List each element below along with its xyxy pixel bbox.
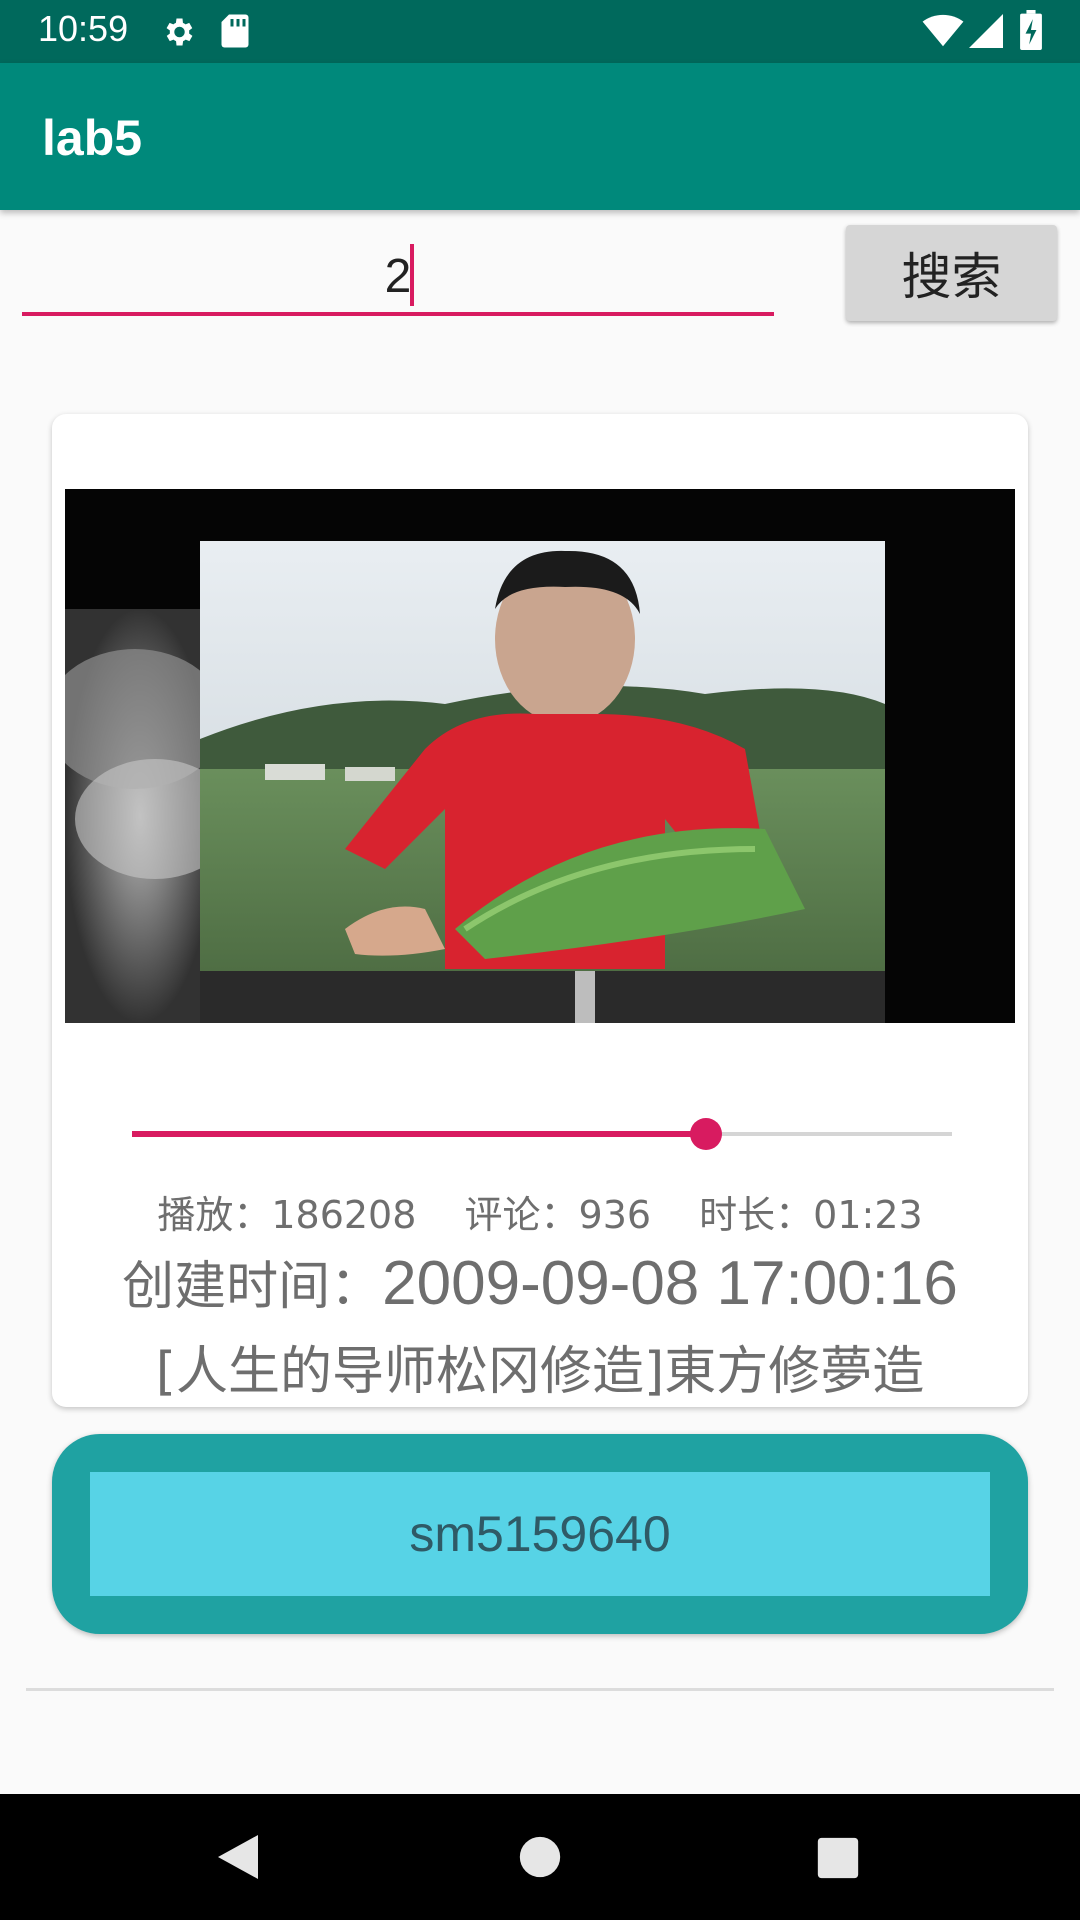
navigation-bar (0, 1794, 1080, 1920)
battery-icon (1020, 10, 1042, 50)
created-value: 2009-09-08 17:00:16 (382, 1249, 958, 1318)
back-icon[interactable] (214, 1830, 262, 1884)
duration-label: 时长： (699, 1193, 814, 1237)
play-count: 186208 (271, 1193, 417, 1237)
duration-stat: 时长：01:23 (699, 1193, 923, 1237)
app-bar: lab5 (0, 63, 1080, 210)
comment-stat: 评论：936 (465, 1193, 652, 1237)
recents-icon[interactable] (816, 1836, 860, 1880)
play-stat: 播放：186208 (157, 1193, 416, 1237)
created-label: 创建时间： (122, 1257, 383, 1317)
video-id-button[interactable]: sm5159640 (90, 1472, 990, 1596)
video-stats: 播放：186208 评论：936 时长：01:23 (52, 1184, 1028, 1239)
sd-card-icon (221, 14, 249, 48)
comment-label: 评论： (464, 1193, 579, 1237)
status-time: 10:59 (38, 8, 129, 49)
gear-icon (166, 18, 193, 46)
video-title: [人生的导师松冈修造]東方修夢造 (155, 1342, 925, 1402)
wifi-icon (922, 14, 964, 47)
duration-value: 01:23 (813, 1193, 923, 1237)
play-label: 播放： (157, 1193, 272, 1237)
comment-count: 936 (578, 1193, 652, 1237)
search-button[interactable]: 搜索 (846, 225, 1057, 321)
seek-progress (132, 1131, 706, 1137)
video-frame-image (65, 489, 1015, 1023)
video-thumbnail[interactable] (65, 489, 1015, 1023)
text-cursor (410, 244, 414, 306)
seek-bar[interactable] (132, 1114, 952, 1154)
video-id-container: sm5159640 (52, 1434, 1028, 1634)
video-card[interactable]: 播放：186208 评论：936 时长：01:23 创建时间：2009-09-0… (52, 414, 1028, 1407)
seek-thumb[interactable] (690, 1118, 722, 1150)
signal-icon (969, 14, 1003, 48)
search-input[interactable] (22, 240, 774, 316)
home-icon[interactable] (518, 1830, 562, 1884)
app-title: lab5 (42, 110, 143, 166)
created-time: 创建时间：2009-09-08 17:00:16 (52, 1244, 1028, 1319)
divider (26, 1688, 1054, 1691)
status-bar: 10:59 (0, 0, 1080, 63)
